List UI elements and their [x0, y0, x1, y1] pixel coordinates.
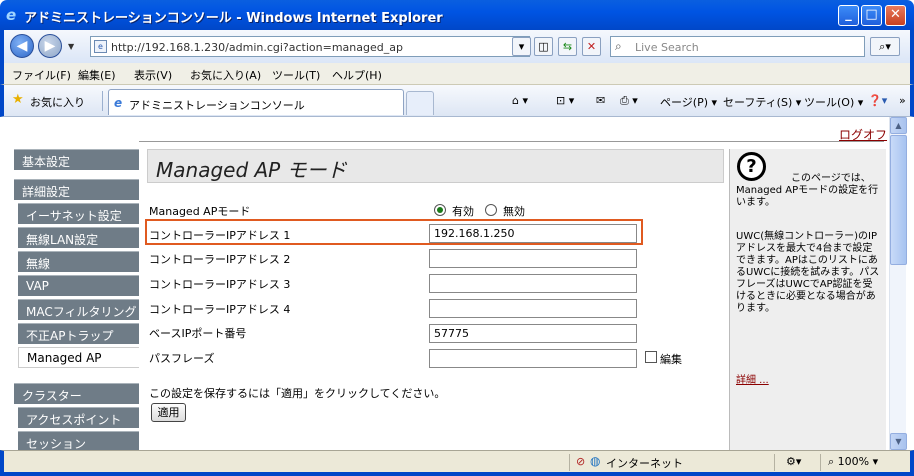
- save-instructions: この設定を保存するには「適用」をクリックしてください。: [149, 387, 446, 400]
- back-button[interactable]: ◀: [10, 34, 34, 58]
- menu-view[interactable]: 表示(V): [134, 67, 172, 83]
- nav-vap[interactable]: VAP: [18, 275, 139, 296]
- tab-title: アドミニストレーションコンソール: [129, 99, 305, 112]
- search-icon: ⌕: [615, 39, 622, 53]
- favorites-star-icon[interactable]: ★: [12, 92, 24, 107]
- nav-basic-settings[interactable]: 基本設定: [14, 149, 139, 170]
- menu-bar: ファイル(F) 編集(E) 表示(V) お気に入り(A) ツール(T) ヘルプ(…: [0, 63, 914, 85]
- help-more-link[interactable]: 詳細 ...: [736, 371, 769, 386]
- edit-checkbox[interactable]: [645, 351, 657, 363]
- controller3-input[interactable]: [429, 274, 637, 293]
- window-title-bar: e アドミニストレーションコンソール - Windows Internet Ex…: [0, 0, 914, 30]
- compatibility-icon[interactable]: ◫: [534, 37, 553, 56]
- base-port-input[interactable]: 57775: [429, 324, 637, 343]
- status-divider: [569, 454, 570, 471]
- print-icon[interactable]: ⎙ ▾: [620, 94, 638, 108]
- ie-logo-icon: e: [6, 6, 17, 24]
- favorites-button[interactable]: お気に入り: [30, 94, 85, 110]
- page-content: ログオフ 基本設定 詳細設定 イーサネット設定 無線LAN設定 無線 VAP M…: [4, 117, 910, 450]
- menu-tools[interactable]: ツール(T): [272, 67, 320, 83]
- new-tab-button[interactable]: [406, 91, 434, 115]
- security-zone-label[interactable]: インターネット: [606, 455, 683, 471]
- mode-enabled-radio[interactable]: [434, 204, 446, 216]
- passphrase-input[interactable]: [429, 349, 637, 368]
- apply-button[interactable]: 適用: [151, 403, 186, 422]
- close-button[interactable]: ✕: [885, 5, 906, 26]
- help-panel: ? このページでは、Managed APモードの設定を行います。 UWC(無線コ…: [729, 149, 886, 450]
- browser-tab[interactable]: e アドミニストレーションコンソール: [108, 89, 404, 115]
- controller2-input[interactable]: [429, 249, 637, 268]
- nav-managed-ap[interactable]: Managed AP: [18, 347, 139, 368]
- minimize-button[interactable]: _: [838, 5, 859, 26]
- window-title: アドミニストレーションコンソール - Windows Internet Expl…: [24, 11, 443, 26]
- help-icon[interactable]: ❓▾: [868, 94, 887, 107]
- address-toolbar: ◀ ▶ ▼ e http://192.168.1.230/admin.cgi?a…: [0, 30, 914, 63]
- feeds-icon[interactable]: ⊡ ▾: [556, 94, 574, 107]
- overflow-chevron-icon[interactable]: »: [899, 94, 906, 107]
- mode-label: Managed APモード: [149, 205, 251, 218]
- controller4-label: コントローラーIPアドレス 4: [149, 303, 291, 316]
- page-title: Managed AP モード: [156, 158, 347, 182]
- tools-menu[interactable]: ツール(O) ▾: [804, 94, 863, 110]
- header-divider: [139, 141, 884, 142]
- scroll-up-icon[interactable]: ▲: [890, 117, 907, 134]
- status-divider: [774, 454, 775, 471]
- scroll-thumb[interactable]: [890, 135, 907, 265]
- internet-zone-icon: ◍: [590, 454, 601, 468]
- controller2-label: コントローラーIPアドレス 2: [149, 253, 291, 266]
- nav-cluster[interactable]: クラスター: [14, 383, 139, 404]
- search-button[interactable]: ⌕▾: [870, 37, 900, 56]
- menu-file[interactable]: ファイル(F): [12, 67, 71, 83]
- maximize-button[interactable]: □: [861, 5, 882, 26]
- controller1-label: コントローラーIPアドレス 1: [149, 229, 291, 242]
- nav-access-point[interactable]: アクセスポイント: [18, 407, 139, 428]
- nav-session[interactable]: セッション: [18, 431, 139, 450]
- menu-edit[interactable]: 編集(E): [78, 67, 116, 83]
- edit-label: 編集: [660, 353, 682, 366]
- protected-mode-icon[interactable]: ⚙▾: [786, 455, 801, 468]
- vertical-scrollbar[interactable]: ▲ ▼: [889, 117, 907, 450]
- controller4-input[interactable]: [429, 299, 637, 318]
- mail-icon[interactable]: ✉: [596, 94, 605, 107]
- url-text: http://192.168.1.230/admin.cgi?action=ma…: [111, 41, 403, 54]
- menu-help[interactable]: ヘルプ(H): [332, 67, 382, 83]
- nav-rogue-ap[interactable]: 不正APトラップ: [18, 323, 139, 344]
- popup-blocked-icon[interactable]: ⊘: [576, 455, 585, 468]
- tab-ie-icon: e: [114, 96, 123, 110]
- mode-disabled-label: 無効: [503, 205, 525, 218]
- page-menu[interactable]: ページ(P) ▾: [660, 94, 717, 110]
- safety-menu[interactable]: セーフティ(S) ▾: [723, 94, 801, 110]
- toolbar-divider: [102, 91, 103, 111]
- address-dropdown-button[interactable]: ▾: [512, 37, 531, 56]
- history-dropdown-icon[interactable]: ▼: [68, 42, 74, 51]
- page-icon: e: [94, 40, 107, 53]
- passphrase-label: パスフレーズ: [149, 352, 215, 365]
- favorites-bar: ★ お気に入り e アドミニストレーションコンソール ⌂ ▾ ⊡ ▾ ✉ ⎙ ▾…: [0, 85, 914, 117]
- nav-wlan[interactable]: 無線LAN設定: [18, 227, 139, 248]
- address-bar[interactable]: e http://192.168.1.230/admin.cgi?action=…: [90, 36, 530, 57]
- nav-ethernet[interactable]: イーサネット設定: [18, 203, 139, 224]
- home-icon[interactable]: ⌂ ▾: [512, 94, 528, 107]
- menu-favorites[interactable]: お気に入り(A): [190, 67, 261, 83]
- nav-mac-filter[interactable]: MACフィルタリング: [18, 299, 139, 320]
- help-intro: このページでは、Managed APモードの設定を行います。: [736, 173, 879, 208]
- help-body: UWC(無線コントローラー)のIPアドレスを最大で4台まで設定できます。APはこ…: [736, 231, 880, 314]
- controller1-input[interactable]: 192.168.1.250: [429, 224, 637, 243]
- nav-wireless[interactable]: 無線: [18, 251, 139, 272]
- stop-button[interactable]: ✕: [582, 37, 601, 56]
- controller3-label: コントローラーIPアドレス 3: [149, 278, 291, 291]
- nav-advanced-settings[interactable]: 詳細設定: [14, 179, 139, 200]
- zoom-level[interactable]: ⌕ 100% ▾: [828, 455, 878, 469]
- refresh-button[interactable]: ⇆: [558, 37, 577, 56]
- search-input[interactable]: ⌕ Live Search: [610, 36, 865, 57]
- mode-enabled-label: 有効: [452, 205, 474, 218]
- forward-button[interactable]: ▶: [38, 34, 62, 58]
- mode-disabled-radio[interactable]: [485, 204, 497, 216]
- base-port-label: ベースIPポート番号: [149, 327, 247, 340]
- status-bar: ⊘ ◍ インターネット ⚙▾ ⌕ 100% ▾: [0, 450, 914, 476]
- status-divider: [820, 454, 821, 471]
- page-title-box: Managed AP モード: [147, 149, 724, 183]
- scroll-down-icon[interactable]: ▼: [890, 433, 907, 450]
